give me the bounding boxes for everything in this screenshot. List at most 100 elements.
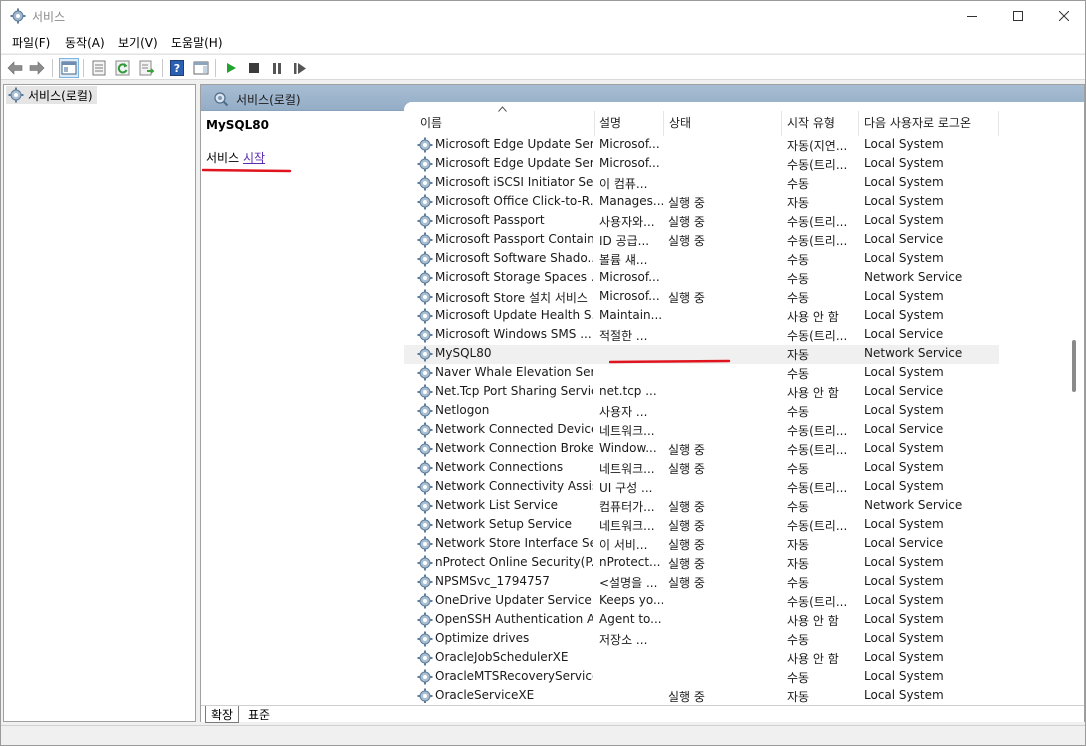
service-row[interactable]: Optimize drives 저장소 ... 수동 Local System <box>404 630 999 649</box>
service-log-on-as-cell: Local Service <box>864 422 944 436</box>
service-row[interactable]: Microsoft Windows SMS ... 적절한 ... 수동(트리...… <box>404 326 999 345</box>
service-log-on-as-cell: Local System <box>864 688 944 702</box>
service-row[interactable]: Microsoft Edge Update Ser... Microsof... 자… <box>404 136 999 155</box>
pause-service-button[interactable] <box>267 58 287 78</box>
service-gear-icon <box>417 422 433 438</box>
column-separator[interactable] <box>663 111 664 136</box>
service-row[interactable]: OneDrive Updater Service Keeps yo... 수동(트리… <box>404 592 999 611</box>
vertical-scrollbar-thumb[interactable] <box>1072 340 1076 392</box>
service-row[interactable]: Network Connectivity Assis... UI 구성 ... 수동… <box>404 478 999 497</box>
forward-button[interactable] <box>27 58 47 78</box>
properties-button[interactable] <box>89 58 109 78</box>
service-name-cell: MySQL80 <box>435 346 492 360</box>
service-row[interactable]: Network Connection Broker Window... 실행 중 수동… <box>404 440 999 459</box>
column-separator[interactable] <box>781 111 782 136</box>
status-bar <box>1 725 1085 745</box>
services-gear-icon <box>10 8 26 24</box>
service-row[interactable]: OracleServiceXE 실행 중 자동 Local System <box>404 687 999 703</box>
service-row[interactable]: Naver Whale Elevation Serv... 수동 Local Sys… <box>404 364 999 383</box>
service-gear-icon <box>417 194 433 210</box>
service-startup-type-cell: 자동 <box>787 348 810 362</box>
service-startup-type-cell: 사용 안 함 <box>787 310 839 324</box>
start-service-prefix: 서비스 <box>206 151 240 165</box>
service-row[interactable]: Network Store Interface Se... 이 서비... 실행 중… <box>404 535 999 554</box>
service-row[interactable]: Network Connected Device... 네트워크... 수동(트리.… <box>404 421 999 440</box>
help-button[interactable]: ? <box>167 58 187 78</box>
service-status-cell: 실행 중 <box>668 538 705 552</box>
service-row[interactable]: Microsoft iSCSI Initiator Se... 이 컴퓨... 수동… <box>404 174 999 193</box>
back-button[interactable] <box>5 58 25 78</box>
start-service-link[interactable]: 시작 <box>243 151 265 165</box>
service-description-cell: 볼륨 섀... <box>599 253 648 267</box>
show-hide-console-tree-button[interactable] <box>59 58 79 78</box>
service-description-cell: 사용자와... <box>599 215 655 229</box>
column-header-log-on-as[interactable]: 다음 사용자로 로그온 <box>864 114 971 131</box>
tree-item-services-local[interactable]: 서비스(로컬) <box>6 86 97 104</box>
service-gear-icon <box>417 327 433 343</box>
close-button[interactable] <box>1041 1 1086 31</box>
export-list-button[interactable] <box>137 58 157 78</box>
stop-service-button[interactable] <box>244 58 264 78</box>
service-row[interactable]: Microsoft Edge Update Ser... Microsof... 수… <box>404 155 999 174</box>
service-row[interactable]: Microsoft Passport 사용자와... 실행 중 수동(트리... Loc… <box>404 212 999 231</box>
service-gear-icon <box>417 403 433 419</box>
service-log-on-as-cell: Local System <box>864 403 944 417</box>
service-name-cell: Network Connected Device... <box>435 422 593 436</box>
column-header-startup-type[interactable]: 시작 유형 <box>787 114 835 131</box>
service-row[interactable]: Microsoft Storage Spaces ... Microsof... 수… <box>404 269 999 288</box>
maximize-button[interactable] <box>995 1 1041 31</box>
column-separator[interactable] <box>594 111 595 136</box>
service-description-cell: 네트워크... <box>599 462 655 476</box>
service-row[interactable]: Net.Tcp Port Sharing Service net.tcp ... 사… <box>404 383 999 402</box>
service-row[interactable]: OracleMTSRecoveryService 수동 Local System <box>404 668 999 687</box>
service-row[interactable]: OpenSSH Authentication A... Agent to... 사용… <box>404 611 999 630</box>
service-name-cell: OracleServiceXE <box>435 688 535 702</box>
services-list: 이름 설명 상태 시작 유형 다음 사용자로 로그온 Microsoft Edg… <box>404 102 1084 703</box>
service-row[interactable]: Microsoft Software Shado... 볼륨 섀... 수동 Loca… <box>404 250 999 269</box>
refresh-button[interactable] <box>113 58 133 78</box>
tab-extended[interactable]: 확장 <box>205 706 240 723</box>
service-description-cell: Manages... <box>599 194 663 208</box>
service-row[interactable]: Network Setup Service 네트워크... 실행 중 수동(트리...… <box>404 516 999 535</box>
service-name-cell: Netlogon <box>435 403 490 417</box>
menu-file[interactable]: 파일(F) <box>12 34 50 51</box>
service-status-cell: 실행 중 <box>668 291 705 305</box>
start-service-button[interactable] <box>221 58 241 78</box>
column-header-name[interactable]: 이름 <box>420 114 442 131</box>
service-row[interactable]: Netlogon 사용자 ... 수동 Local System <box>404 402 999 421</box>
menu-view[interactable]: 보기(V) <box>118 34 158 51</box>
column-header-description[interactable]: 설명 <box>599 114 621 131</box>
service-row[interactable]: Microsoft Update Health S... Maintain... 사… <box>404 307 999 326</box>
back-icon <box>7 61 23 75</box>
view-tabs: 확장 표준 <box>201 705 1084 723</box>
service-row[interactable]: Network Connections 네트워크... 실행 중 수동 Local Sy… <box>404 459 999 478</box>
service-name-cell: Network Connection Broker <box>435 441 593 455</box>
service-row[interactable]: Network List Service 컴퓨터가... 실행 중 수동 Network… <box>404 497 999 516</box>
service-name-cell: Naver Whale Elevation Serv... <box>435 365 593 379</box>
minimize-button[interactable] <box>949 1 995 31</box>
column-separator[interactable] <box>858 111 859 136</box>
help-icon: ? <box>170 60 184 76</box>
service-log-on-as-cell: Local System <box>864 479 944 493</box>
menu-action[interactable]: 동작(A) <box>65 34 105 51</box>
column-header-status[interactable]: 상태 <box>669 114 691 131</box>
service-description-cell: Keeps yo... <box>599 593 663 607</box>
list-header: 이름 설명 상태 시작 유형 다음 사용자로 로그온 <box>404 102 1084 136</box>
show-hide-action-pane-button[interactable] <box>191 58 211 78</box>
service-row[interactable]: OracleJobSchedulerXE 사용 안 함 Local System <box>404 649 999 668</box>
service-name-cell: OracleJobSchedulerXE <box>435 650 569 664</box>
service-row[interactable]: nProtect Online Security(P... nProtect...… <box>404 554 999 573</box>
service-gear-icon <box>417 232 433 248</box>
service-row[interactable]: Microsoft Store 설치 서비스 Microsof... 실행 중 수동 L… <box>404 288 999 307</box>
service-row[interactable]: Microsoft Office Click-to-R... Manages...… <box>404 193 999 212</box>
service-row[interactable]: Microsoft Passport Container ID 공급... 실행 중… <box>404 231 999 250</box>
menu-help[interactable]: 도움말(H) <box>171 34 223 51</box>
restart-service-button[interactable] <box>290 58 310 78</box>
column-separator[interactable] <box>998 111 999 136</box>
service-gear-icon <box>417 213 433 229</box>
service-row[interactable]: NPSMSvc_1794757 <설명을 ... 실행 중 수동 Local Syste… <box>404 573 999 592</box>
service-description-cell: Maintain... <box>599 308 663 322</box>
tab-standard[interactable]: 표준 <box>243 706 275 723</box>
show-hide-console-tree-icon <box>61 61 77 75</box>
service-description-cell: Agent to... <box>599 612 662 626</box>
